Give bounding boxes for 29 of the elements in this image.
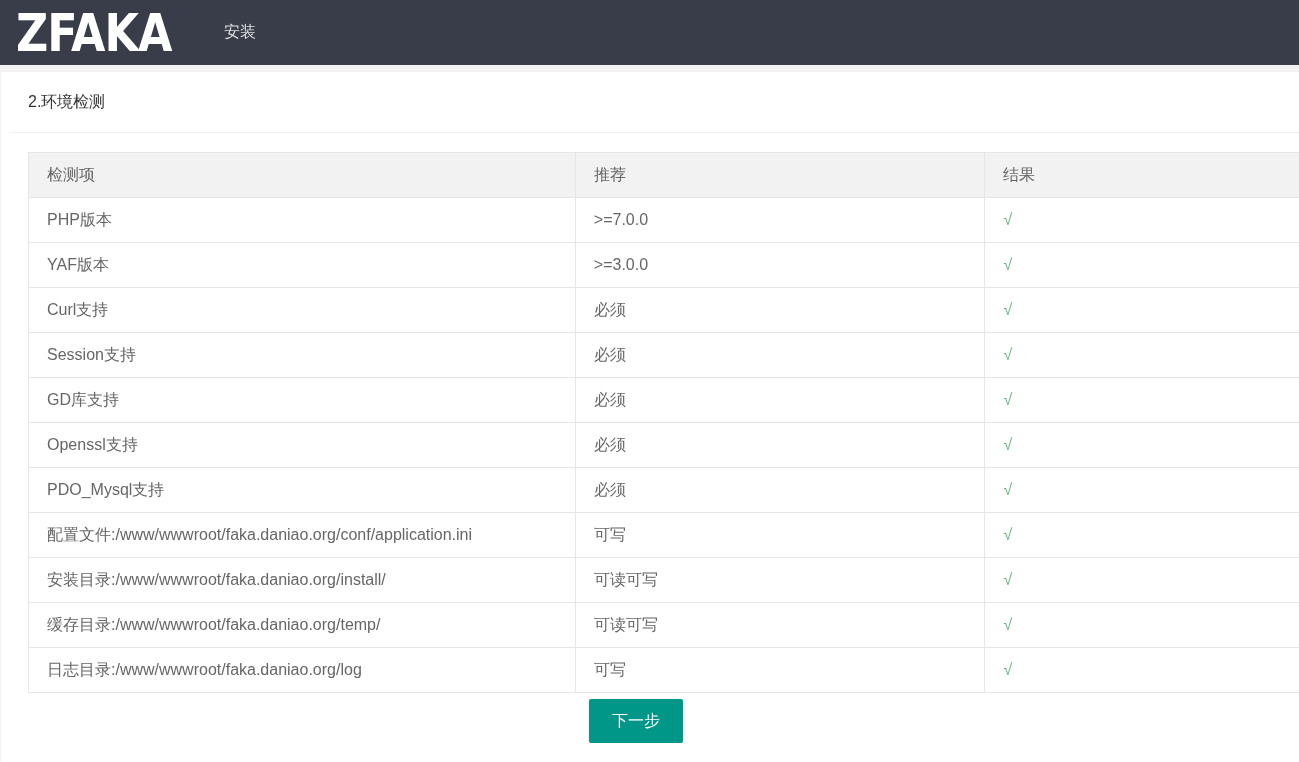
table-cell: 必须 <box>575 377 985 423</box>
table-cell: 必须 <box>575 467 985 513</box>
table-cell: 可写 <box>575 647 985 693</box>
table-cell: 必须 <box>575 332 985 378</box>
card-title: 2.环境检测 <box>9 72 1299 133</box>
table-cell: 必须 <box>575 287 985 333</box>
table-cell: >=3.0.0 <box>575 242 985 288</box>
table-cell: PHP版本 <box>28 197 576 243</box>
table-cell: 必须 <box>575 422 985 468</box>
table-cell: 安装目录:/www/wwwroot/faka.daniao.org/install/ <box>28 557 576 603</box>
table-cell: 可写 <box>575 512 985 558</box>
table-cell: Curl支持 <box>28 287 576 333</box>
table-cell: PDO_Mysql支持 <box>28 467 576 513</box>
logo: ZFAKA <box>16 6 172 59</box>
table-cell: 可读可写 <box>575 602 985 648</box>
nav-link[interactable]: 安装 <box>223 22 256 43</box>
table-cell: >=7.0.0 <box>575 197 985 243</box>
table-cell: Session支持 <box>28 332 576 378</box>
column-header: 检测项 <box>28 152 576 198</box>
next-button[interactable]: 下一步 <box>589 699 683 743</box>
column-header: 推荐 <box>575 152 985 198</box>
column-header: 结果 <box>984 152 1299 198</box>
table-cell: 配置文件:/www/wwwroot/faka.daniao.org/conf/application.ini <box>28 512 576 558</box>
table-cell: YAF版本 <box>28 242 576 288</box>
table-cell: 缓存目录:/www/wwwroot/faka.daniao.org/temp/ <box>28 602 576 648</box>
table-cell: 可读可写 <box>575 557 985 603</box>
table-cell: GD库支持 <box>28 377 576 423</box>
table-cell: Openssl支持 <box>28 422 576 468</box>
table-cell: 日志目录:/www/wwwroot/faka.daniao.org/log <box>28 647 576 693</box>
